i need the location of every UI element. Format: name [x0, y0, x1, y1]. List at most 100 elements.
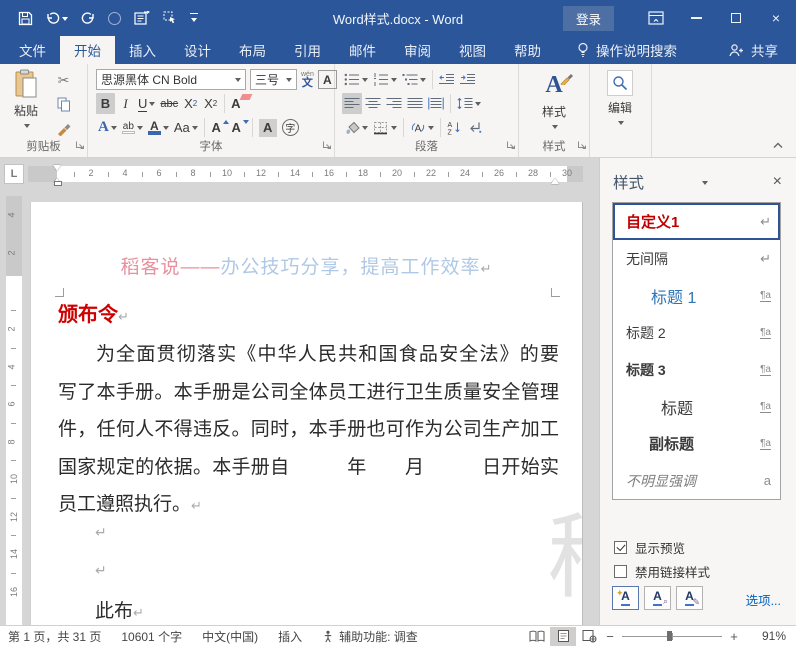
copy-button[interactable] — [54, 94, 73, 115]
text-effects-button[interactable]: A — [96, 117, 119, 138]
clipboard-dialog-launcher[interactable] — [75, 138, 85, 153]
page-number-status[interactable]: 第 1 页，共 31 页 — [8, 628, 101, 645]
tab-view[interactable]: 视图 — [445, 36, 500, 64]
line-spacing-dropdown-icon[interactable] — [475, 102, 481, 109]
font-name-combo[interactable]: 思源黑体 CN Bold — [96, 69, 246, 90]
bullets-dropdown-icon[interactable] — [362, 78, 368, 85]
web-layout-button[interactable] — [576, 627, 602, 646]
strikethrough-button[interactable]: abc — [158, 93, 180, 114]
styles-dropdown-icon[interactable] — [552, 125, 558, 132]
italic-button[interactable]: I — [116, 93, 135, 114]
styles-gallery-button[interactable]: A 样式 — [529, 70, 579, 130]
style-inspector-button[interactable]: A⌕ — [644, 586, 671, 610]
read-mode-button[interactable] — [524, 627, 550, 646]
disable-linked-checkbox[interactable] — [614, 565, 627, 578]
tab-file[interactable]: 文件 — [5, 36, 60, 64]
subscript-button[interactable]: X2 — [181, 93, 200, 114]
justify-button[interactable] — [405, 93, 425, 114]
borders-button[interactable] — [371, 117, 399, 138]
styles-options-link[interactable]: 选项... — [746, 590, 781, 609]
align-left-button[interactable] — [342, 93, 362, 114]
line-spacing-button[interactable] — [455, 93, 483, 114]
sort-button[interactable]: AZ — [445, 117, 464, 138]
disable-linked-checkbox-row[interactable]: 禁用链接样式 — [614, 562, 710, 581]
font-dialog-launcher[interactable] — [322, 138, 332, 153]
show-preview-checkbox-row[interactable]: 显示预览 — [614, 538, 685, 557]
zoom-slider-thumb[interactable] — [667, 631, 672, 641]
change-case-button[interactable]: Aa — [172, 117, 200, 138]
highlight-dropdown-icon[interactable] — [137, 126, 143, 133]
grow-font-button[interactable]: A — [209, 117, 228, 138]
bold-button[interactable]: B — [96, 93, 115, 114]
style-item-heading3[interactable]: 标题 3¶a — [613, 351, 780, 388]
change-case-dropdown-icon[interactable] — [192, 126, 198, 133]
paste-button[interactable]: 粘贴 — [6, 69, 46, 129]
show-hide-marks-button[interactable] — [465, 117, 484, 138]
decrease-indent-button[interactable] — [437, 69, 457, 90]
highlight-color-button[interactable]: ab — [120, 117, 145, 138]
select-mode-button[interactable] — [163, 11, 177, 25]
signin-button[interactable]: 登录 — [563, 6, 614, 31]
numbering-dropdown-icon[interactable] — [391, 78, 397, 85]
bullets-button[interactable] — [342, 69, 370, 90]
asian-layout-button[interactable]: A — [408, 117, 436, 138]
font-color-dropdown-icon[interactable] — [163, 126, 169, 133]
save-button[interactable] — [18, 11, 33, 26]
cut-button[interactable]: ✂ — [54, 70, 73, 91]
tab-stop-selector[interactable]: L — [4, 164, 24, 184]
print-layout-button[interactable] — [550, 627, 576, 646]
tab-references[interactable]: 引用 — [280, 36, 335, 64]
undo-dropdown-icon[interactable] — [62, 17, 68, 24]
ribbon-display-options-button[interactable] — [636, 0, 676, 36]
tab-insert[interactable]: 插入 — [115, 36, 170, 64]
asian-layout-dropdown-icon[interactable] — [428, 126, 434, 133]
minimize-button[interactable] — [676, 0, 716, 36]
editing-dropdown-icon[interactable] — [618, 121, 624, 128]
show-preview-checkbox[interactable] — [614, 541, 627, 554]
styles-pane-close-button[interactable]: × — [773, 173, 782, 191]
zoom-in-button[interactable]: + — [726, 629, 742, 644]
styles-dialog-launcher[interactable] — [577, 138, 587, 153]
redo-button[interactable] — [81, 12, 95, 24]
multilevel-list-button[interactable] — [400, 69, 428, 90]
collapse-ribbon-button[interactable] — [772, 137, 784, 152]
undo-button[interactable] — [46, 12, 68, 24]
touch-mode-button[interactable] — [134, 11, 150, 25]
text-effects-dropdown-icon[interactable] — [111, 126, 117, 133]
align-center-button[interactable] — [363, 93, 383, 114]
style-item-subtle-emphasis[interactable]: 不明显强调a — [613, 462, 780, 499]
tab-help[interactable]: 帮助 — [500, 36, 555, 64]
borders-dropdown-icon[interactable] — [391, 126, 397, 133]
style-item-heading1[interactable]: 标题 1¶a — [613, 277, 780, 314]
right-indent-marker[interactable] — [551, 174, 559, 184]
underline-dropdown-icon[interactable] — [149, 102, 155, 109]
left-indent-marker[interactable] — [54, 181, 62, 186]
font-color-button[interactable]: A — [146, 117, 171, 138]
accessibility-status[interactable]: 辅助功能: 调查 — [322, 628, 418, 645]
font-size-combo[interactable]: 三号 — [250, 69, 297, 90]
align-right-button[interactable] — [384, 93, 404, 114]
word-count-status[interactable]: 10601 个字 — [121, 628, 182, 645]
format-painter-button[interactable] — [54, 118, 73, 139]
superscript-button[interactable]: X2 — [201, 93, 220, 114]
character-border-button[interactable]: A — [318, 70, 337, 89]
manage-styles-button[interactable]: A✎ — [676, 586, 703, 610]
paste-dropdown-icon[interactable] — [24, 124, 30, 131]
paragraph-dialog-launcher[interactable] — [506, 138, 516, 153]
tell-me-search[interactable]: 操作说明搜索 — [577, 36, 677, 64]
tab-review[interactable]: 审阅 — [390, 36, 445, 64]
clear-formatting-button[interactable]: A — [229, 93, 248, 114]
style-item-custom[interactable]: 自定义1↵ — [613, 203, 780, 240]
distribute-button[interactable] — [426, 93, 446, 114]
editing-button[interactable]: 编辑 — [598, 70, 642, 126]
tab-mailings[interactable]: 邮件 — [335, 36, 390, 64]
shading-button[interactable] — [342, 117, 370, 138]
phonetic-guide-button[interactable]: wén文 — [301, 71, 314, 89]
language-status[interactable]: 中文(中国) — [202, 628, 258, 645]
multilevel-dropdown-icon[interactable] — [420, 78, 426, 85]
enclose-characters-button[interactable]: 字 — [280, 117, 301, 138]
tab-layout[interactable]: 布局 — [225, 36, 280, 64]
styles-pane-menu-icon[interactable] — [702, 181, 708, 188]
close-button[interactable]: × — [756, 0, 796, 36]
zoom-level[interactable]: 91% — [746, 629, 786, 643]
